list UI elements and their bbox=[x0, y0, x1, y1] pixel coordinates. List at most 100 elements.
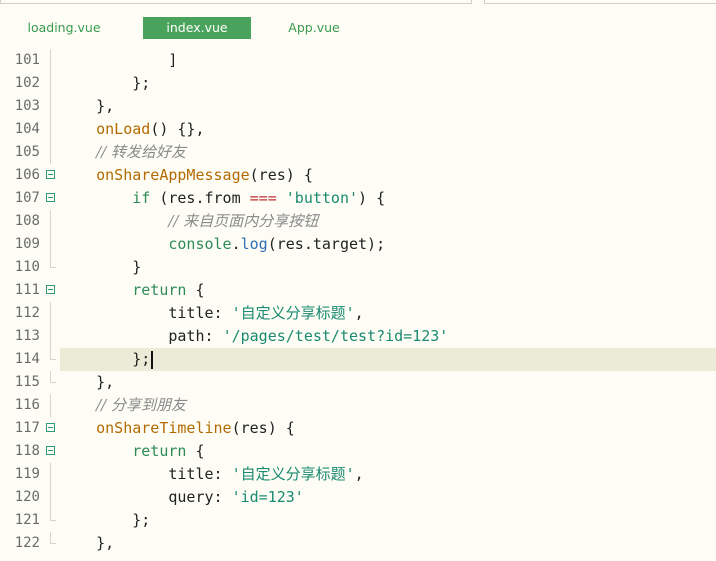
line-number: 118 bbox=[14, 443, 40, 459]
fold-toggle-icon[interactable] bbox=[46, 193, 55, 202]
fold-end-marker bbox=[50, 256, 56, 268]
code-token: . bbox=[231, 235, 241, 253]
code-line[interactable]: 107 if (res.from === 'button') { bbox=[0, 187, 716, 210]
code-line[interactable]: 113 path: '/pages/test/test?id=123' bbox=[0, 325, 716, 348]
code-text: title: '自定义分享标题', bbox=[60, 463, 363, 486]
line-number: 109 bbox=[14, 236, 40, 252]
code-token: onLoad bbox=[96, 120, 151, 138]
line-number: 103 bbox=[14, 98, 40, 114]
code-line[interactable]: 116 // 分享到朋友 bbox=[0, 394, 716, 417]
code-line[interactable]: 121 }; bbox=[0, 509, 716, 532]
code-line[interactable]: 101 ] bbox=[0, 49, 716, 72]
code-token: // 来自页面内分享按钮 bbox=[168, 212, 319, 230]
code-token: title: bbox=[60, 304, 232, 322]
fold-guide bbox=[50, 95, 51, 118]
code-text: }; bbox=[60, 72, 150, 95]
fold-toggle-icon[interactable] bbox=[46, 285, 55, 294]
code-token: }, bbox=[60, 373, 115, 391]
code-line[interactable]: 115 }, bbox=[0, 371, 716, 394]
line-number: 105 bbox=[14, 144, 40, 160]
code-token: }, bbox=[60, 97, 115, 115]
code-token: if bbox=[132, 189, 151, 207]
line-number: 101 bbox=[14, 52, 40, 68]
fold-toggle-icon[interactable] bbox=[46, 423, 55, 432]
code-token: '自定义分享标题' bbox=[231, 465, 355, 483]
tab-index-vue[interactable]: index.vue bbox=[143, 17, 251, 39]
code-token: { bbox=[186, 281, 205, 299]
code-line[interactable]: 103 }, bbox=[0, 95, 716, 118]
line-number: 121 bbox=[14, 512, 40, 528]
line-number: 115 bbox=[14, 374, 40, 390]
fold-guide bbox=[50, 325, 51, 348]
code-line[interactable]: 108 // 来自页面内分享按钮 bbox=[0, 210, 716, 233]
code-line[interactable]: 105 // 转发给好友 bbox=[0, 141, 716, 164]
code-token: (res) { bbox=[249, 166, 313, 184]
code-line[interactable]: 102 }; bbox=[0, 72, 716, 95]
code-token: ) { bbox=[358, 189, 386, 207]
code-token: (res) { bbox=[231, 419, 295, 437]
line-number: 102 bbox=[14, 75, 40, 91]
fold-guide bbox=[50, 233, 51, 256]
line-number: 117 bbox=[14, 420, 40, 436]
code-line[interactable]: 117 onShareTimeline(res) { bbox=[0, 417, 716, 440]
fold-toggle-icon[interactable] bbox=[46, 170, 55, 179]
code-token: title: bbox=[60, 465, 232, 483]
tab-loading-vue[interactable]: loading.vue bbox=[14, 17, 114, 39]
fold-guide bbox=[50, 486, 51, 509]
code-text: onShareAppMessage(res) { bbox=[60, 164, 313, 187]
tab-app-vue[interactable]: App.vue bbox=[268, 17, 360, 39]
code-text: // 转发给好友 bbox=[60, 141, 186, 164]
code-line[interactable]: 118 return { bbox=[0, 440, 716, 463]
code-text: }, bbox=[60, 371, 114, 394]
code-token: 'button' bbox=[285, 189, 359, 207]
editor-tab-bar: loading.vue index.vue App.vue bbox=[0, 14, 716, 42]
code-token: } bbox=[60, 258, 142, 276]
line-number: 114 bbox=[14, 351, 40, 367]
code-token: (res.from bbox=[150, 189, 250, 207]
code-text: }, bbox=[60, 532, 114, 555]
code-token: , bbox=[354, 304, 364, 322]
code-text: }, bbox=[60, 95, 114, 118]
code-token: return bbox=[132, 442, 187, 460]
fold-toggle-icon[interactable] bbox=[46, 446, 55, 455]
fold-guide bbox=[50, 118, 51, 141]
code-line[interactable]: 109 console.log(res.target); bbox=[0, 233, 716, 256]
line-number: 111 bbox=[14, 282, 40, 298]
fold-guide bbox=[50, 463, 51, 486]
code-token: path: bbox=[60, 327, 223, 345]
code-text: }; bbox=[60, 348, 154, 371]
code-token: }; bbox=[60, 350, 151, 368]
code-line[interactable]: 110 } bbox=[0, 256, 716, 279]
code-text: // 分享到朋友 bbox=[60, 394, 186, 417]
code-token: === bbox=[249, 189, 277, 207]
line-number: 112 bbox=[14, 305, 40, 321]
fold-guide bbox=[50, 49, 51, 72]
code-line[interactable]: 106 onShareAppMessage(res) { bbox=[0, 164, 716, 187]
code-editor[interactable]: 101 ] 102 }; 103 }, 104 onLoad() {}, 105 // … bbox=[0, 48, 716, 561]
top-panel-edge bbox=[0, 0, 716, 6]
code-text: ] bbox=[60, 49, 177, 72]
code-line[interactable]: 119 title: '自定义分享标题', bbox=[0, 463, 716, 486]
code-line[interactable]: 111 return { bbox=[0, 279, 716, 302]
code-token: () {}, bbox=[150, 120, 205, 138]
line-number: 110 bbox=[14, 259, 40, 275]
fold-guide bbox=[50, 210, 51, 233]
code-token: log bbox=[240, 235, 268, 253]
code-token: // 转发给好友 bbox=[96, 143, 187, 161]
line-number: 108 bbox=[14, 213, 40, 229]
code-line[interactable]: 112 title: '自定义分享标题', bbox=[0, 302, 716, 325]
code-line[interactable]: 104 onLoad() {}, bbox=[0, 118, 716, 141]
line-number: 106 bbox=[14, 167, 40, 183]
text-cursor bbox=[151, 350, 154, 369]
code-line[interactable]: 120 query: 'id=123' bbox=[0, 486, 716, 509]
code-token: onShareTimeline bbox=[96, 419, 232, 437]
code-line[interactable]: 122 }, bbox=[0, 532, 716, 555]
code-line[interactable]: 114 }; bbox=[0, 348, 716, 371]
